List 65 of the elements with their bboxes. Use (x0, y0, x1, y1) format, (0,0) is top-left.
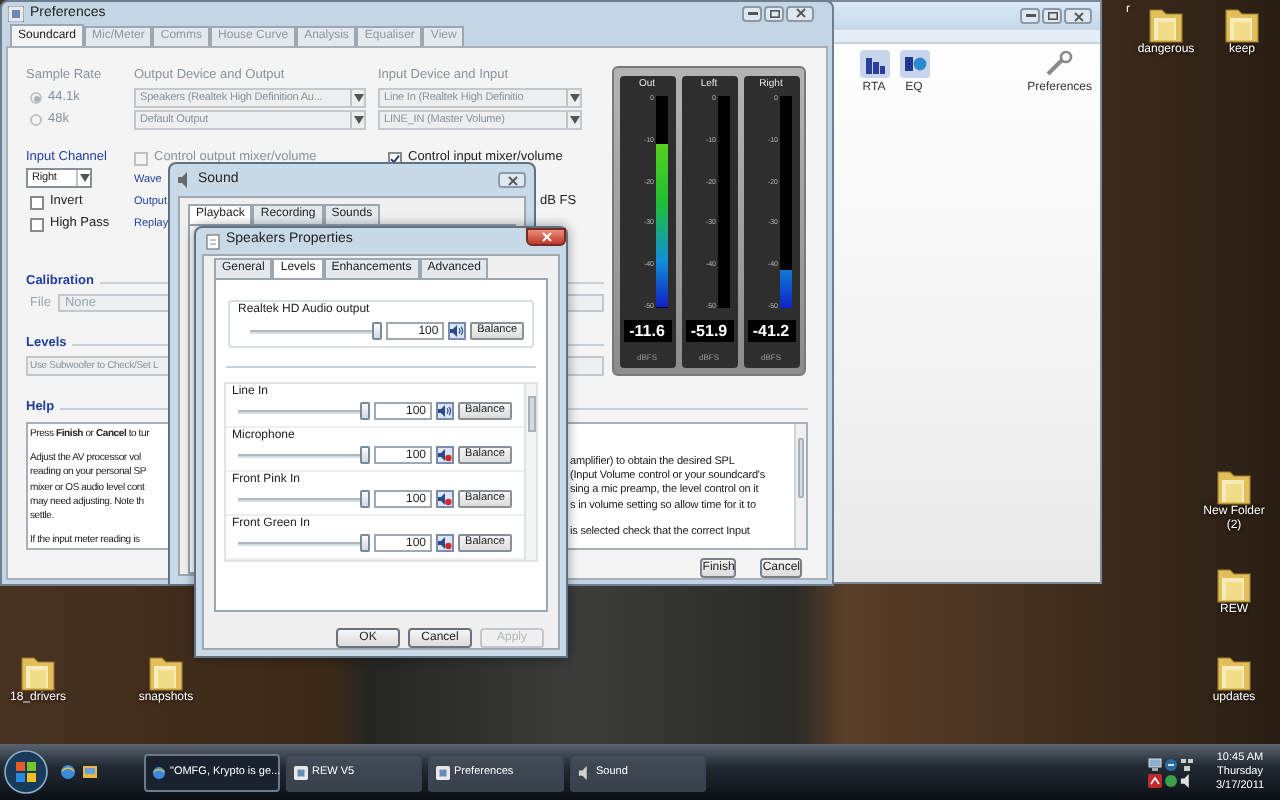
volume-slider[interactable] (250, 322, 383, 340)
folder-icon[interactable] (1148, 4, 1184, 44)
folder-icon[interactable] (1224, 4, 1260, 44)
speaker-icon (578, 765, 592, 779)
folder-icon[interactable] (1216, 564, 1252, 604)
minimize-button[interactable] (1020, 8, 1040, 24)
meter-reading: -11.6 (623, 320, 671, 342)
globe-icon (152, 765, 166, 779)
volume-icon[interactable] (1180, 773, 1194, 787)
close-icon (507, 175, 517, 185)
close-button[interactable] (1064, 8, 1092, 24)
close-icon (1073, 11, 1083, 21)
caret-icon (569, 94, 579, 102)
close-icon (541, 232, 551, 242)
caret-icon (79, 174, 89, 182)
caret-icon (353, 116, 363, 124)
slider-thumb[interactable] (360, 490, 370, 508)
status-icon[interactable] (1164, 757, 1178, 771)
meter-reading: -41.2 (747, 320, 795, 342)
meter-reading: -51.9 (685, 320, 733, 342)
checkmark-icon (390, 153, 400, 163)
volume-slider[interactable] (238, 534, 370, 552)
maximize-button[interactable] (764, 5, 784, 21)
slider-thumb[interactable] (360, 446, 370, 464)
close-icon (795, 8, 805, 18)
scrollbar[interactable] (794, 424, 806, 548)
slider-thumb[interactable] (372, 322, 383, 340)
start-button[interactable] (4, 750, 48, 794)
shield-icon[interactable] (1164, 773, 1178, 787)
checkbox[interactable] (30, 195, 44, 209)
maximize-button[interactable] (1042, 8, 1062, 24)
bar-chart-icon (859, 50, 889, 78)
volume-slider[interactable] (238, 446, 370, 464)
minimize-icon (747, 11, 757, 15)
close-button[interactable] (498, 172, 526, 188)
close-button[interactable] (786, 5, 814, 21)
maximize-icon (769, 9, 779, 17)
folder-icon[interactable] (1216, 652, 1252, 692)
folder-icon[interactable] (1216, 466, 1252, 506)
volume-slider[interactable] (238, 490, 370, 508)
app-icon (436, 765, 450, 779)
checkbox[interactable] (30, 217, 44, 231)
minimize-button[interactable] (742, 5, 762, 21)
caret-icon (353, 94, 363, 102)
network-icon[interactable] (1180, 757, 1194, 771)
app-icon (294, 765, 308, 779)
alert-icon[interactable] (1148, 773, 1162, 787)
wrench-icon (1044, 50, 1075, 78)
document-icon (206, 233, 220, 249)
volume-slider[interactable] (238, 402, 370, 420)
slider-thumb[interactable] (360, 402, 370, 420)
folder-icon[interactable] (148, 652, 184, 692)
scrollbar[interactable] (524, 384, 536, 560)
minimize-icon (1025, 14, 1035, 18)
equalizer-icon (899, 50, 929, 78)
globe-icon[interactable] (60, 764, 76, 780)
speaker-icon (178, 172, 192, 188)
app-icon (8, 5, 24, 21)
slider-thumb[interactable] (360, 534, 370, 552)
maximize-icon (1047, 12, 1057, 20)
desktop-icon[interactable] (82, 764, 98, 780)
caret-icon (569, 116, 579, 124)
close-button[interactable] (526, 228, 566, 246)
folder-icon[interactable] (20, 652, 56, 692)
monitor-icon[interactable] (1148, 757, 1162, 771)
